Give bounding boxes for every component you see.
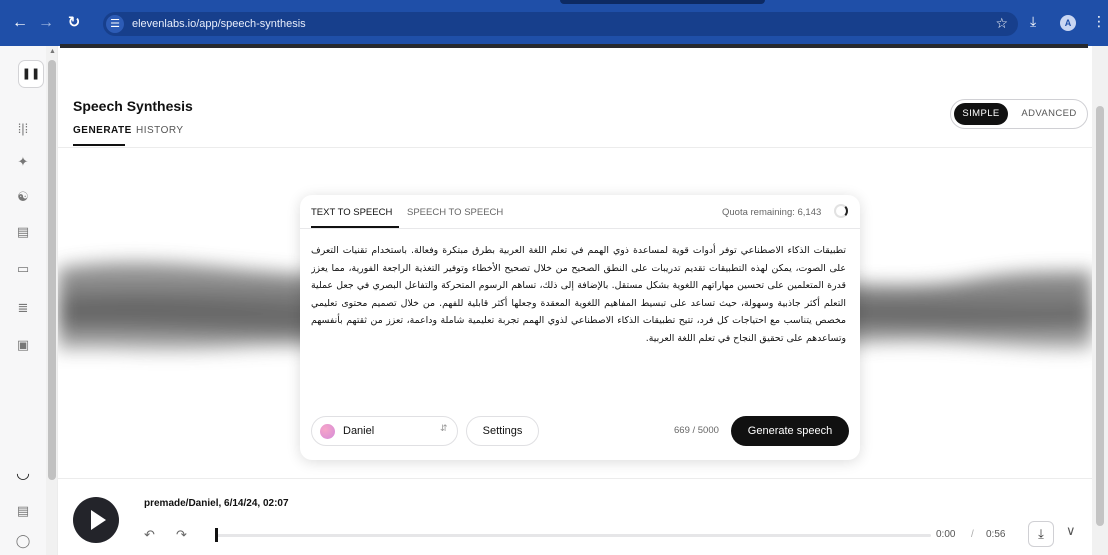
translate-icon[interactable]: ≣ bbox=[11, 297, 35, 319]
player-divider bbox=[58, 478, 1092, 479]
voice-avatar bbox=[320, 424, 335, 439]
users-icon[interactable]: ☯ bbox=[11, 186, 35, 208]
tune-icon[interactable]: ☰ bbox=[106, 15, 124, 33]
card-divider bbox=[300, 228, 860, 229]
download-icon[interactable]: ⤓ bbox=[1030, 13, 1036, 30]
sidebar-scroll-thumb[interactable] bbox=[48, 60, 56, 480]
pause-icon[interactable]: ❚❚ bbox=[18, 60, 44, 88]
time-separator: / bbox=[971, 529, 974, 540]
download-icon: ⤓ bbox=[1038, 526, 1044, 541]
scroll-up-icon[interactable]: ▲ bbox=[49, 48, 56, 55]
quota-ring-icon bbox=[834, 204, 848, 218]
app-sidebar: ❚❚ ⁞|⁞ ✦ ☯ ▤ ▭ ≣ ▣ ◡ ▤ ◯ bbox=[0, 46, 46, 555]
kebab-icon[interactable]: ⋮ bbox=[1092, 13, 1106, 30]
arrow-left-icon[interactable]: ← bbox=[10, 0, 30, 46]
profile-avatar[interactable]: A bbox=[1060, 15, 1076, 31]
star-icon[interactable]: ☆ bbox=[995, 15, 1008, 32]
generate-speech-button[interactable]: Generate speech bbox=[731, 416, 849, 446]
mode-advanced-button[interactable]: ADVANCED bbox=[1014, 103, 1084, 125]
chevron-down-icon[interactable]: ∨ bbox=[1066, 523, 1076, 539]
waveform-icon[interactable]: ⁞|⁞ bbox=[11, 118, 35, 140]
video-icon[interactable]: ▭ bbox=[11, 258, 35, 280]
scan-icon[interactable]: ▣ bbox=[11, 334, 35, 356]
main-content: Speech Synthesis GENERATE HISTORY SIMPLE… bbox=[58, 48, 1092, 555]
header-divider bbox=[58, 147, 1092, 148]
mode-toggle[interactable]: SIMPLE ADVANCED bbox=[950, 99, 1088, 129]
voice-name: Daniel bbox=[343, 425, 375, 437]
sparkle-icon[interactable]: ✦ bbox=[11, 151, 35, 173]
reload-icon[interactable]: ↻ bbox=[64, 0, 84, 46]
page-scroll-thumb[interactable] bbox=[1096, 106, 1104, 526]
total-time: 0:56 bbox=[986, 529, 1006, 540]
loader-icon: ◡ bbox=[16, 465, 30, 482]
sidebar-scrollbar[interactable]: ▲ bbox=[46, 46, 58, 555]
voice-select[interactable]: Daniel ⇵ bbox=[311, 416, 458, 446]
settings-button[interactable]: Settings bbox=[466, 416, 539, 446]
browser-toolbar: ← → ↻ ☰ elevenlabs.io/app/speech-synthes… bbox=[0, 0, 1108, 46]
tab-text-to-speech[interactable]: TEXT TO SPEECH bbox=[311, 207, 392, 218]
arrow-right-icon[interactable]: → bbox=[36, 0, 56, 46]
text-input[interactable]: تطبيقات الذكاء الاصطناعي توفر أدوات قوية… bbox=[311, 242, 846, 392]
tab-generate[interactable]: GENERATE bbox=[73, 125, 132, 136]
seek-bar[interactable] bbox=[215, 534, 931, 537]
track-title: premade/Daniel, 6/14/24, 02:07 bbox=[144, 498, 289, 509]
character-count: 669 / 5000 bbox=[674, 425, 719, 436]
rewind-10-icon[interactable]: ↶ bbox=[144, 527, 155, 543]
chevron-updown-icon: ⇵ bbox=[440, 423, 448, 433]
current-time: 0:00 bbox=[936, 529, 956, 540]
quota-remaining: Quota remaining: 6,143 bbox=[722, 207, 822, 218]
page-scrollbar[interactable] bbox=[1092, 46, 1108, 555]
panel-icon[interactable]: ▤ bbox=[11, 500, 35, 522]
tts-card: TEXT TO SPEECH SPEECH TO SPEECH Quota re… bbox=[300, 195, 860, 460]
download-audio-button[interactable]: ⤓ bbox=[1028, 521, 1054, 547]
active-tab-indicator bbox=[560, 0, 765, 4]
seek-handle[interactable] bbox=[215, 528, 218, 542]
mode-simple-button[interactable]: SIMPLE bbox=[954, 103, 1008, 125]
url-text[interactable]: elevenlabs.io/app/speech-synthesis bbox=[132, 18, 306, 30]
tab-history[interactable]: HISTORY bbox=[136, 125, 184, 136]
book-icon[interactable]: ▤ bbox=[11, 221, 35, 243]
address-bar[interactable]: ☰ elevenlabs.io/app/speech-synthesis ☆ bbox=[103, 12, 1018, 36]
play-button[interactable] bbox=[73, 497, 119, 543]
tab-active-underline bbox=[73, 144, 125, 146]
forward-10-icon[interactable]: ↷ bbox=[176, 527, 187, 543]
play-icon bbox=[91, 510, 106, 530]
shield-icon[interactable]: ◯ bbox=[11, 530, 35, 552]
page-title: Speech Synthesis bbox=[73, 98, 193, 114]
tab-speech-to-speech[interactable]: SPEECH TO SPEECH bbox=[407, 207, 503, 218]
